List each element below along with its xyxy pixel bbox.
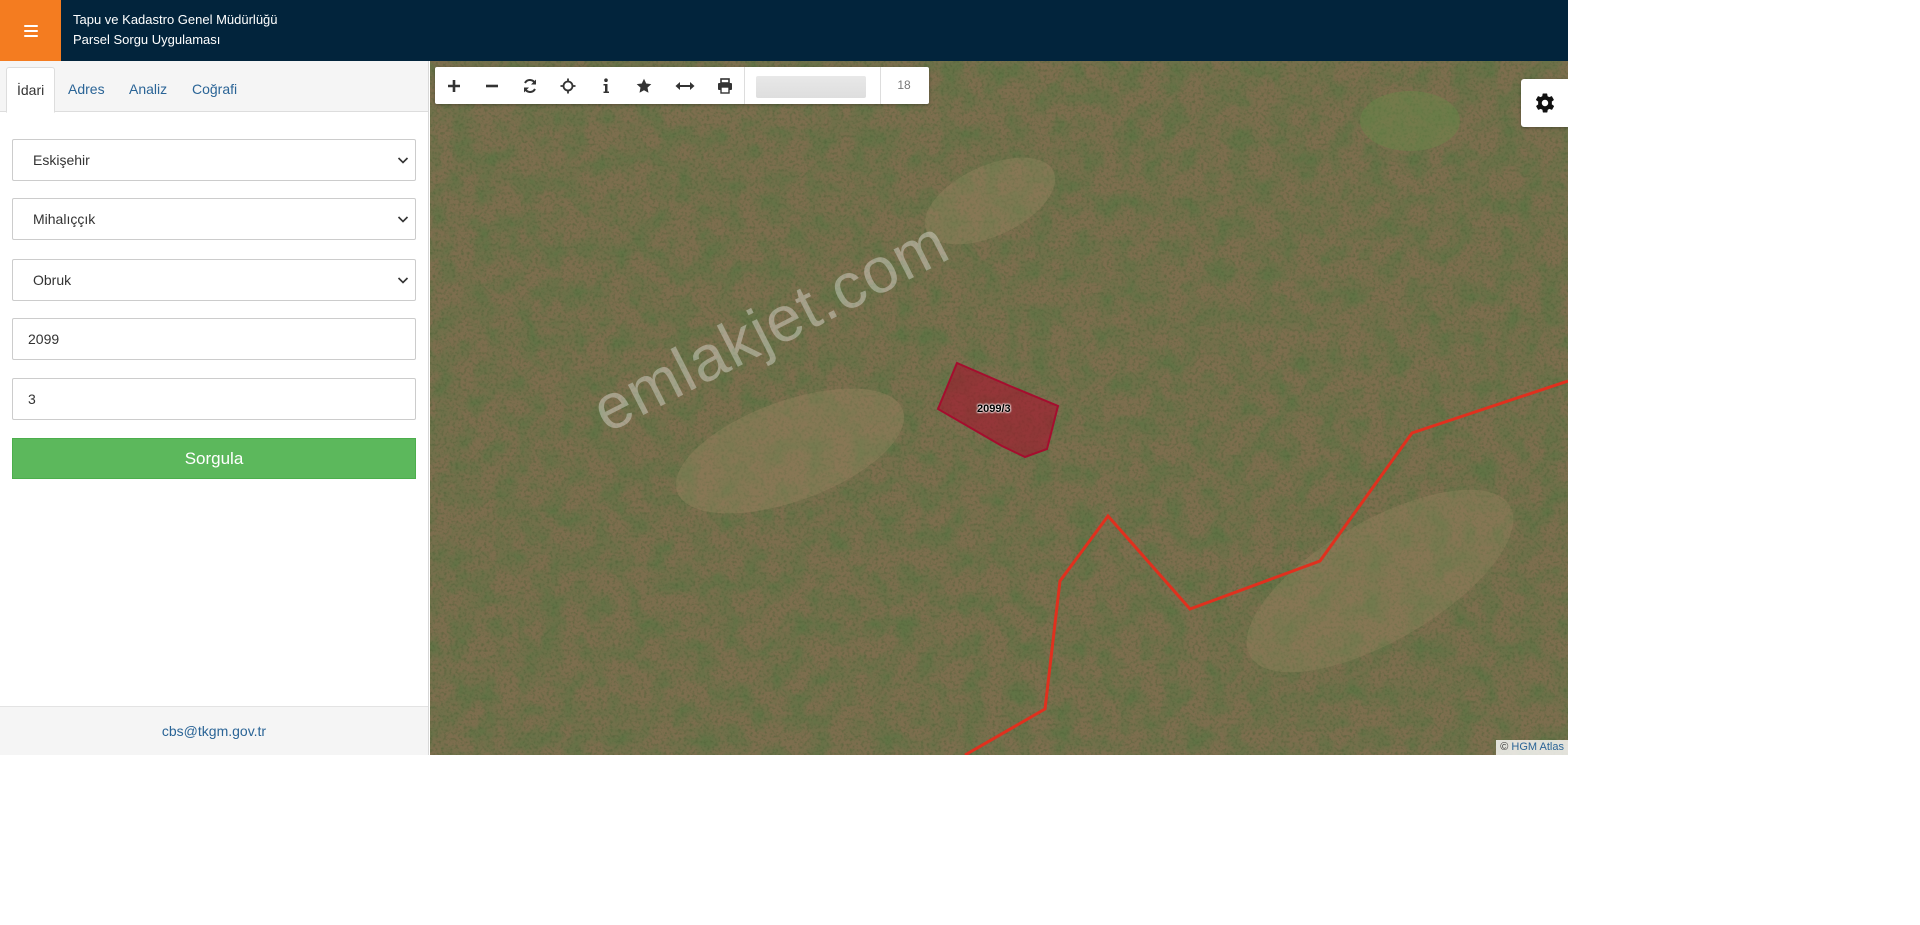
ada-input[interactable]: 2099 — [12, 318, 416, 360]
app-header: Tapu ve Kadastro Genel Müdürlüğü Parsel … — [0, 0, 1568, 61]
tab-cografi[interactable]: Coğrafi — [182, 67, 247, 112]
tab-analiz[interactable]: Analiz — [119, 67, 177, 112]
mahalle-select[interactable]: Obruk — [12, 259, 416, 301]
zoom-in-icon[interactable] — [435, 67, 473, 104]
toolbar-divider — [744, 67, 745, 104]
ada-input-value: 2099 — [28, 331, 60, 347]
parcel-label: 2099/3 — [977, 403, 1011, 415]
mahalle-select-value: Obruk — [33, 272, 72, 288]
il-select-value: Eskişehir — [33, 152, 90, 168]
zoom-level: 18 — [897, 78, 911, 92]
ilce-select[interactable]: Mihalıççık — [12, 198, 416, 240]
print-icon[interactable] — [706, 67, 744, 104]
il-select[interactable]: Eskişehir — [12, 139, 416, 181]
contact-email-link[interactable]: cbs@tkgm.gov.tr — [162, 723, 266, 739]
attribution-copyright: © — [1500, 741, 1509, 753]
attribution-link[interactable]: HGM Atlas — [1511, 741, 1564, 753]
sorgula-button[interactable]: Sorgula — [12, 438, 416, 479]
chevron-down-icon — [397, 157, 409, 164]
map-view[interactable]: emlakjet.com 2099/3 18 © HGM Atlas — [430, 61, 1568, 755]
query-panel: İdari Adres Analiz Coğrafi Eskişehir Mih… — [0, 61, 429, 755]
hamburger-icon[interactable] — [0, 0, 61, 61]
tab-bar: İdari Adres Analiz Coğrafi — [0, 61, 428, 113]
app-title: Tapu ve Kadastro Genel Müdürlüğü Parsel … — [73, 10, 278, 50]
app-title-line2: Parsel Sorgu Uygulaması — [73, 32, 221, 47]
map-toolbar: 18 — [435, 67, 929, 104]
measure-icon[interactable] — [666, 67, 704, 104]
settings-button[interactable] — [1521, 79, 1568, 127]
refresh-icon[interactable] — [511, 67, 549, 104]
coordinate-search-input[interactable] — [756, 76, 866, 98]
locate-icon[interactable] — [549, 67, 587, 104]
footer: cbs@tkgm.gov.tr — [0, 706, 428, 755]
tab-adres[interactable]: Adres — [58, 67, 115, 112]
tab-idari[interactable]: İdari — [6, 67, 56, 113]
parsel-input[interactable]: 3 — [12, 378, 416, 420]
app-title-line1: Tapu ve Kadastro Genel Müdürlüğü — [73, 12, 278, 27]
info-icon[interactable] — [587, 67, 625, 104]
zoom-out-icon[interactable] — [473, 67, 511, 104]
parsel-input-value: 3 — [28, 391, 36, 407]
chevron-down-icon — [397, 216, 409, 223]
ilce-select-value: Mihalıççık — [33, 211, 96, 227]
star-icon[interactable] — [625, 67, 663, 104]
map-attribution: © HGM Atlas — [1496, 740, 1568, 755]
gear-icon — [1535, 93, 1554, 113]
chevron-down-icon — [397, 277, 409, 284]
